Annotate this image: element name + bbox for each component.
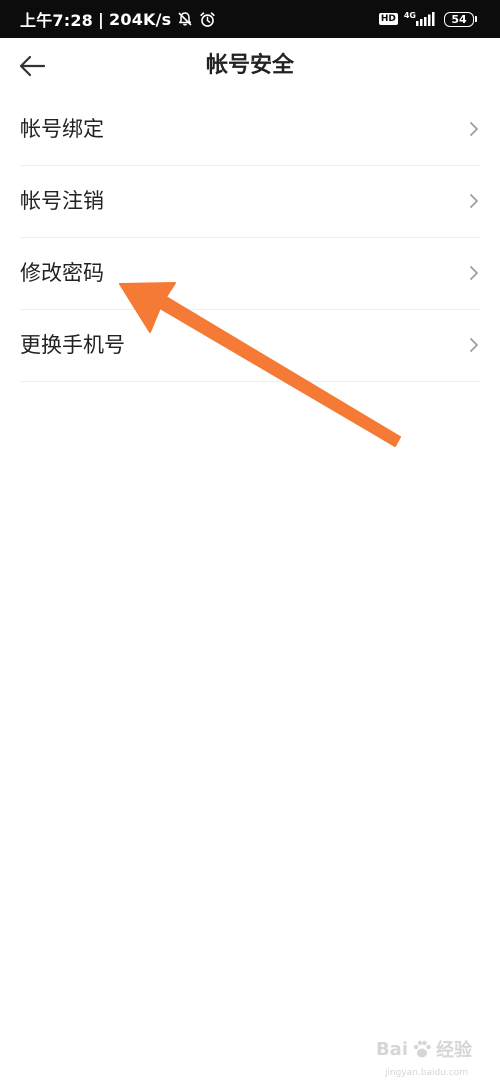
signal-icon [416, 12, 435, 26]
watermark-brand-left: Bai [375, 1038, 408, 1060]
paw-icon [413, 1040, 431, 1058]
menu-item-change-phone[interactable]: 更换手机号 [20, 310, 480, 382]
alarm-icon [200, 11, 216, 27]
menu-item-account-binding[interactable]: 帐号绑定 [20, 94, 480, 166]
page-title: 帐号安全 [205, 53, 294, 78]
menu-item-account-cancellation[interactable]: 帐号注销 [20, 166, 480, 238]
menu-item-label: 帐号注销 [20, 189, 104, 213]
watermark-brand-right: 经验 [436, 1040, 472, 1061]
chevron-right-icon [470, 338, 478, 352]
chevron-right-icon [470, 194, 478, 208]
battery-icon: 54 [444, 11, 477, 27]
status-net-speed: 204K/s [109, 9, 172, 29]
menu-list: 帐号绑定 帐号注销 修改密码 更换手机号 [0, 94, 500, 382]
hd-icon: HD [378, 13, 398, 25]
status-right: HD 4G 54 [378, 0, 477, 38]
menu-item-change-password[interactable]: 修改密码 [20, 238, 480, 310]
menu-item-label: 更换手机号 [20, 333, 125, 357]
watermark: Bai 经验 [376, 1036, 472, 1062]
menu-item-label: 修改密码 [20, 261, 104, 285]
status-separator: | [98, 9, 105, 29]
watermark-url: jingyan.baidu.com [384, 1068, 468, 1078]
network-type-label: 4G [403, 11, 416, 20]
bell-off-icon [178, 12, 192, 26]
status-left: 上午7:28 | 204K/s [20, 0, 216, 38]
header: 帐号安全 [0, 38, 500, 94]
chevron-right-icon [470, 122, 478, 136]
status-bar: 上午7:28 | 204K/s HD 4G 54 [0, 0, 500, 38]
signal-group: 4G [404, 12, 436, 26]
menu-item-label: 帐号绑定 [20, 117, 104, 141]
chevron-right-icon [470, 266, 478, 280]
status-time: 上午7:28 [20, 11, 93, 30]
